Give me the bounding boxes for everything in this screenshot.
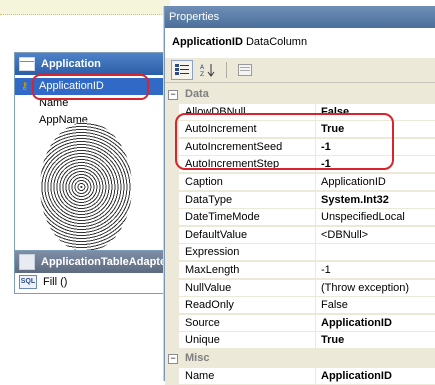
row-gutter bbox=[165, 279, 179, 297]
svg-text:A: A bbox=[200, 64, 205, 71]
datatable-icon bbox=[19, 57, 35, 71]
object-name: ApplicationID bbox=[172, 36, 243, 48]
property-name[interactable]: Source bbox=[179, 314, 316, 332]
properties-toolbar: AZ bbox=[165, 58, 435, 83]
row-gutter bbox=[165, 209, 179, 227]
property-row-caption[interactable]: Caption ApplicationID bbox=[165, 174, 435, 191]
row-gutter bbox=[165, 226, 179, 244]
property-value[interactable]: UnspecifiedLocal bbox=[316, 209, 435, 227]
property-name[interactable]: DefaultValue bbox=[179, 226, 316, 244]
property-value[interactable]: <DBNull> bbox=[316, 226, 435, 244]
property-value[interactable] bbox=[316, 244, 435, 262]
property-row-datetimemode[interactable]: DateTimeMode UnspecifiedLocal bbox=[165, 209, 435, 227]
property-value[interactable]: ApplicationID bbox=[316, 314, 435, 332]
toolbar-separator bbox=[226, 62, 227, 78]
collapse-icon[interactable]: − bbox=[168, 354, 178, 364]
property-name[interactable]: Unique bbox=[179, 332, 316, 350]
tableadapter-title: ApplicationTableAdapter bbox=[41, 256, 171, 268]
categorized-icon[interactable] bbox=[171, 60, 193, 80]
property-name[interactable]: MaxLength bbox=[179, 262, 316, 279]
property-row-datatype[interactable]: DataType System.Int32 bbox=[165, 191, 435, 209]
property-name[interactable]: Name bbox=[179, 367, 316, 385]
row-gutter bbox=[165, 262, 179, 279]
property-name[interactable]: DateTimeMode bbox=[179, 209, 316, 227]
property-value[interactable]: True bbox=[316, 332, 435, 350]
row-gutter bbox=[165, 332, 179, 350]
row-gutter bbox=[165, 191, 179, 209]
row-gutter bbox=[165, 367, 179, 385]
highlight-oval-column bbox=[32, 74, 149, 100]
object-type: DataColumn bbox=[245, 36, 308, 48]
tableadapter-header[interactable]: ApplicationTableAdapter bbox=[15, 251, 175, 273]
property-value[interactable]: ApplicationID bbox=[316, 367, 435, 385]
highlight-oval-autoincrement bbox=[175, 113, 394, 170]
property-row-nullvalue[interactable]: NullValue (Throw exception) bbox=[165, 279, 435, 297]
svg-text:Z: Z bbox=[200, 71, 204, 77]
object-selector[interactable]: ApplicationID DataColumn bbox=[165, 28, 435, 59]
method-label: Fill () bbox=[43, 276, 68, 288]
property-name[interactable]: ReadOnly bbox=[179, 297, 316, 315]
category-misc[interactable]: − Misc bbox=[165, 350, 435, 367]
designer-strip bbox=[0, 0, 170, 15]
property-pages-icon[interactable] bbox=[234, 60, 256, 80]
datatable-header[interactable]: Application bbox=[15, 53, 175, 75]
property-row-maxlength[interactable]: MaxLength -1 bbox=[165, 262, 435, 279]
tableadapter-icon bbox=[19, 254, 35, 270]
property-value[interactable]: ApplicationID bbox=[316, 174, 435, 191]
primary-key-icon: ⚷ bbox=[21, 81, 29, 92]
tableadapter-application[interactable]: ApplicationTableAdapter SQL Fill () bbox=[14, 250, 176, 294]
property-value[interactable]: False bbox=[316, 297, 435, 315]
datatable-title: Application bbox=[41, 58, 101, 70]
property-name[interactable]: DataType bbox=[179, 191, 316, 209]
property-value[interactable]: -1 bbox=[316, 262, 435, 279]
property-name[interactable]: Caption bbox=[179, 174, 316, 191]
collapse-icon[interactable]: − bbox=[168, 90, 178, 100]
category-data[interactable]: − Data bbox=[165, 86, 435, 103]
alphabetical-icon[interactable]: AZ bbox=[197, 60, 219, 80]
property-row-defaultvalue[interactable]: DefaultValue <DBNull> bbox=[165, 226, 435, 244]
property-name[interactable]: NullValue bbox=[179, 279, 316, 297]
tableadapter-method-fill[interactable]: SQL Fill () bbox=[15, 273, 175, 291]
property-row-readonly[interactable]: ReadOnly False bbox=[165, 297, 435, 315]
row-gutter bbox=[165, 244, 179, 262]
property-row-expression[interactable]: Expression bbox=[165, 244, 435, 262]
row-gutter bbox=[165, 297, 179, 315]
property-row-source[interactable]: Source ApplicationID bbox=[165, 314, 435, 332]
category-label: Data bbox=[185, 88, 209, 100]
property-row-unique[interactable]: Unique True bbox=[165, 332, 435, 350]
property-value[interactable]: System.Int32 bbox=[316, 191, 435, 209]
row-gutter bbox=[165, 174, 179, 191]
properties-titlebar[interactable]: Properties bbox=[165, 6, 435, 28]
property-row-name[interactable]: Name ApplicationID bbox=[165, 367, 435, 385]
property-name[interactable]: Expression bbox=[179, 244, 316, 262]
property-value[interactable]: (Throw exception) bbox=[316, 279, 435, 297]
category-label: Misc bbox=[185, 352, 210, 364]
redaction-scribble bbox=[40, 122, 132, 252]
sql-icon: SQL bbox=[19, 275, 37, 289]
properties-window: Properties ApplicationID DataColumn AZ −… bbox=[164, 6, 435, 385]
row-gutter bbox=[165, 314, 179, 332]
